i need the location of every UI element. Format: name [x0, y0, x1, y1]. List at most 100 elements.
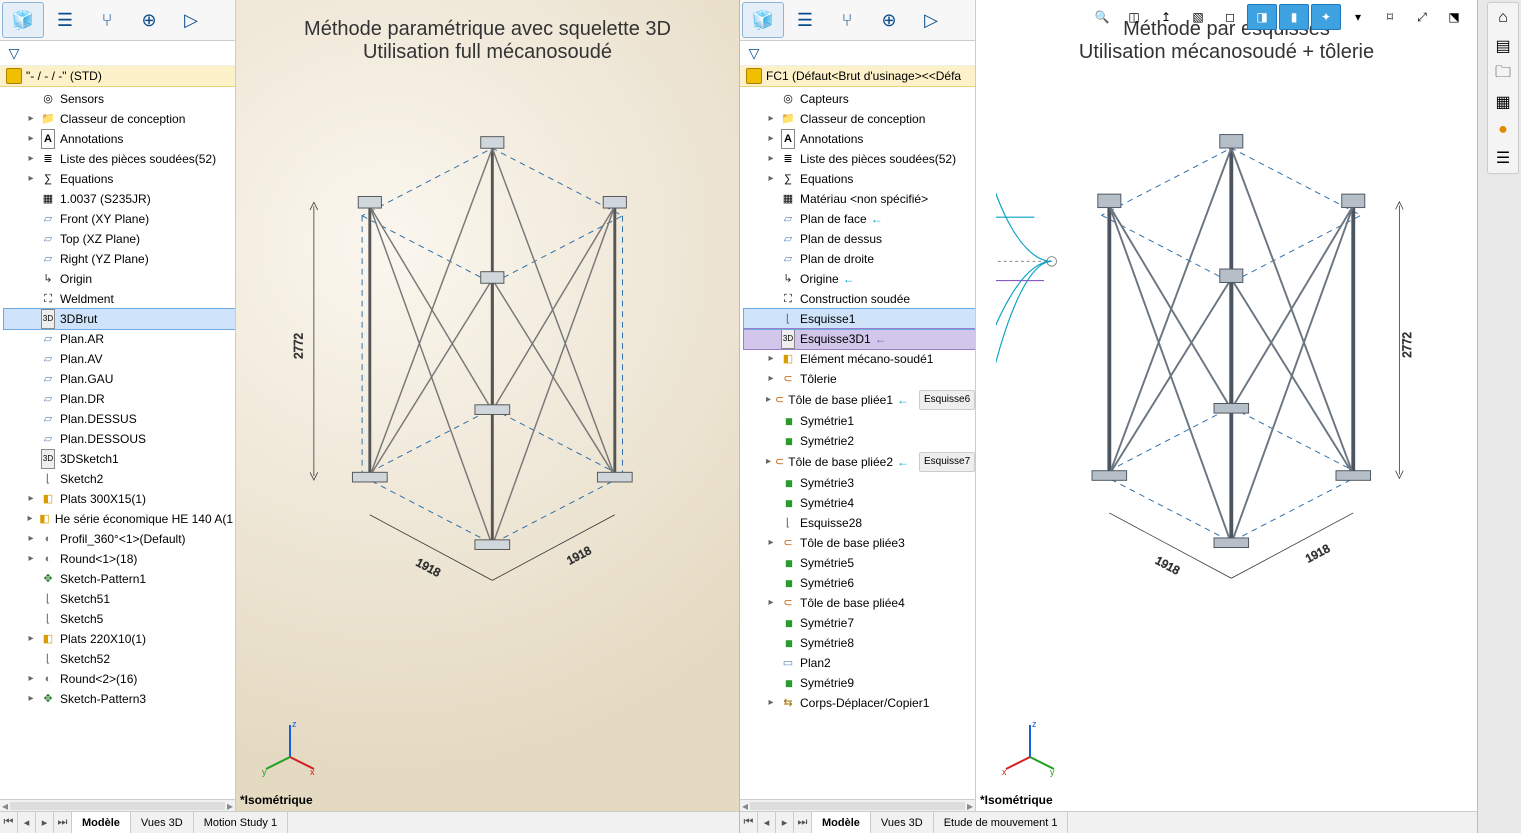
left-viewport[interactable]: Méthode paramétrique avec squelette 3D U…	[236, 0, 739, 811]
tree-item[interactable]: ▸Classeur de conception	[744, 109, 975, 129]
tree-item[interactable]: 3DBrut	[4, 309, 235, 329]
tab-more-icon[interactable]: ▷	[910, 2, 952, 38]
tree-item[interactable]: Matériau <non spécifié>	[744, 189, 975, 209]
tab-motionstudy[interactable]: Etude de mouvement 1	[934, 812, 1069, 833]
tree-hscroll[interactable]: ◂▸	[0, 799, 235, 811]
tab-configmgr-icon[interactable]: ⑂	[86, 2, 128, 38]
zoom-fit-icon[interactable]: 🔍	[1087, 4, 1117, 30]
tree-item[interactable]: ▸Liste des pièces soudées(52)	[4, 149, 235, 169]
view-palette-icon[interactable]: ▦	[1490, 89, 1516, 115]
tree-item[interactable]: Plan de face ←	[744, 209, 975, 229]
tab-nav-prev-icon[interactable]: ◂	[18, 812, 36, 833]
expand-icon[interactable]: ▸	[766, 110, 776, 128]
tree-item[interactable]: Sketch2	[4, 469, 235, 489]
tree-item[interactable]: Plan.DR	[4, 389, 235, 409]
tree-item[interactable]: ▸Equations	[4, 169, 235, 189]
tree-item[interactable]: Sketch5	[4, 609, 235, 629]
tab-configmgr-icon[interactable]: ⑂	[826, 2, 868, 38]
home-icon[interactable]: ⌂	[1490, 5, 1516, 31]
tree-item[interactable]: Weldment	[4, 289, 235, 309]
tab-nav-last-icon[interactable]: ⏭	[54, 812, 72, 833]
shaded-edges-icon[interactable]: ◨	[1247, 4, 1277, 30]
tree-item[interactable]: Esquisse3D1 ←	[744, 329, 975, 349]
tab-model[interactable]: Modèle	[812, 812, 871, 833]
tree-item[interactable]: ▸Sketch-Pattern3	[4, 689, 235, 709]
tab-3dviews[interactable]: Vues 3D	[131, 812, 194, 833]
tree-item[interactable]: Plan.DESSUS	[4, 409, 235, 429]
tree-item[interactable]: Plan.GAU	[4, 369, 235, 389]
expand-icon[interactable]: ▸	[766, 170, 776, 188]
expand-icon[interactable]: ▸	[766, 130, 776, 148]
tab-dimxpert-icon[interactable]: ⊕	[128, 2, 170, 38]
tree-item[interactable]: ▸Annotations	[4, 129, 235, 149]
appearances-icon[interactable]: ●	[1490, 117, 1516, 143]
tree-item[interactable]: Sketch-Pattern1	[4, 569, 235, 589]
tree-item[interactable]: Esquisse28	[744, 513, 975, 533]
tree-item[interactable]: Right (YZ Plane)	[4, 249, 235, 269]
tree-item[interactable]: Sketch51	[4, 589, 235, 609]
tree-item[interactable]: 1.0037 (S235JR)	[4, 189, 235, 209]
tree-item[interactable]: Sketch52	[4, 649, 235, 669]
expand-icon[interactable]: ▸	[766, 350, 776, 368]
tab-nav-first-icon[interactable]: ⏮	[0, 812, 18, 833]
tree-item[interactable]: Symétrie8	[744, 633, 975, 653]
tree-item[interactable]: Symétrie2	[744, 431, 975, 451]
expand-icon[interactable]: ▸	[26, 490, 36, 508]
tree-item[interactable]: ▸Profil_360°<1>(Default)	[4, 529, 235, 549]
tab-dimxpert-icon[interactable]: ⊕	[868, 2, 910, 38]
tree-item[interactable]: ▸Annotations	[744, 129, 975, 149]
left-feature-tree[interactable]: Sensors▸Classeur de conception▸Annotatio…	[0, 87, 235, 799]
perspective-icon[interactable]: ⬔	[1439, 4, 1469, 30]
tree-item[interactable]: Plan.DESSOUS	[4, 429, 235, 449]
tree-item[interactable]: ▸Round<1>(18)	[4, 549, 235, 569]
tree-item[interactable]: Symétrie5	[744, 553, 975, 573]
tree-item[interactable]: ▸Liste des pièces soudées(52)	[744, 149, 975, 169]
tab-nav-prev-icon[interactable]: ◂	[758, 812, 776, 833]
tree-item[interactable]: ▸Classeur de conception	[4, 109, 235, 129]
tab-nav-next-icon[interactable]: ▸	[776, 812, 794, 833]
tree-item[interactable]: ▸Tôle de base pliée1 ←Esquisse6	[744, 389, 975, 411]
tree-item[interactable]: Esquisse1	[744, 309, 975, 329]
expand-icon[interactable]: ▸	[766, 391, 771, 409]
expand-icon[interactable]: ▸	[26, 550, 36, 568]
expand-icon[interactable]: ▸	[26, 130, 36, 148]
expand-icon[interactable]: ▸	[26, 510, 34, 528]
tree-item[interactable]: Symétrie1	[744, 411, 975, 431]
expand-icon[interactable]: ▸	[26, 670, 36, 688]
tree-item[interactable]: Symétrie6	[744, 573, 975, 593]
scene-icon[interactable]: ✦	[1311, 4, 1341, 30]
expand-icon[interactable]: ▸	[26, 110, 36, 128]
tree-item[interactable]: Plan.AR	[4, 329, 235, 349]
tree-item[interactable]: Capteurs	[744, 89, 975, 109]
tree-item[interactable]: ▸Tôle de base pliée2 ←Esquisse7	[744, 451, 975, 473]
tree-item[interactable]: ▸Plats 300X15(1)	[4, 489, 235, 509]
tree-item[interactable]: ▸Plats 220X10(1)	[4, 629, 235, 649]
right-document-row[interactable]: FC1 (Défaut<Brut d'usinage><<Défa	[740, 66, 975, 87]
tree-item[interactable]: Top (XZ Plane)	[4, 229, 235, 249]
tree-item[interactable]: Plan2	[744, 653, 975, 673]
tab-3dviews[interactable]: Vues 3D	[871, 812, 934, 833]
expand-icon[interactable]: ▸	[766, 150, 776, 168]
right-feature-tree[interactable]: Capteurs▸Classeur de conception▸Annotati…	[740, 87, 975, 799]
tree-item[interactable]: Origine ←	[744, 269, 975, 289]
edit-appearance-icon[interactable]: ⌑	[1375, 4, 1405, 30]
resources-icon[interactable]: ▤	[1490, 33, 1516, 59]
library-icon[interactable]: 🗀	[1490, 61, 1516, 87]
tab-nav-last-icon[interactable]: ⏭	[794, 812, 812, 833]
tree-item[interactable]: Symétrie7	[744, 613, 975, 633]
tab-model[interactable]: Modèle	[72, 812, 131, 833]
hide-show-icon[interactable]: ◻	[1215, 4, 1245, 30]
right-viewport[interactable]: Méthode par esquisses Utilisation mécano…	[976, 0, 1477, 811]
tab-featuretree-icon[interactable]: 🧊	[2, 2, 44, 38]
expand-icon[interactable]: ▸	[766, 453, 771, 471]
tree-item[interactable]: Plan de dessus	[744, 229, 975, 249]
expand-icon[interactable]: ▸	[26, 690, 36, 708]
tree-item[interactable]: ▸Tôle de base pliée4	[744, 593, 975, 613]
tree-item[interactable]: ▸Equations	[744, 169, 975, 189]
expand-icon[interactable]: ▸	[26, 150, 36, 168]
tree-hscroll[interactable]: ◂▸	[740, 799, 975, 811]
tab-nav-next-icon[interactable]: ▸	[36, 812, 54, 833]
expand-icon[interactable]: ▸	[766, 534, 776, 552]
display-style-icon[interactable]: ▧	[1183, 4, 1213, 30]
tree-item[interactable]: Construction soudée	[744, 289, 975, 309]
